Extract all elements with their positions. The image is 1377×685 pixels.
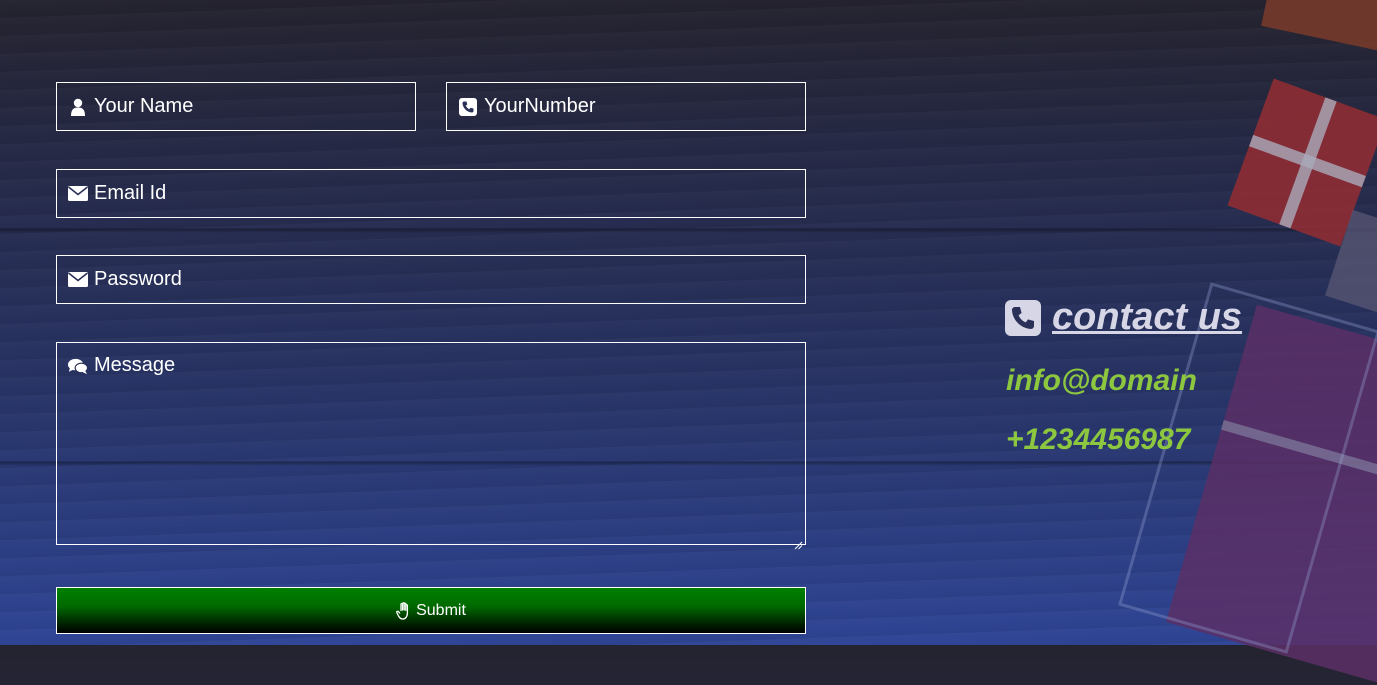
name-placeholder: Your Name <box>94 95 194 117</box>
contact-us-link[interactable]: contact us <box>1052 296 1242 339</box>
message-textarea[interactable]: Message <box>56 342 806 550</box>
envelope-icon <box>68 270 88 290</box>
email-input[interactable]: Email Id <box>56 169 806 218</box>
phone-square-icon <box>1005 299 1041 336</box>
contact-phone[interactable]: +1234456987 <box>1006 423 1190 457</box>
gift-box-image <box>1165 304 1377 685</box>
contact-heading: contact us <box>1005 296 1242 339</box>
contact-email[interactable]: info@domain <box>1006 364 1197 398</box>
phone-number-input[interactable]: YourNumber <box>446 82 806 131</box>
envelope-icon <box>68 184 88 204</box>
message-placeholder: Message <box>94 354 176 376</box>
contact-info: contact us info@domain +1234456987 <box>1005 296 1242 456</box>
submit-label: Submit <box>416 601 466 619</box>
number-placeholder: YourNumber <box>484 95 596 117</box>
resize-handle-icon[interactable] <box>794 533 803 550</box>
hand-icon <box>396 601 412 620</box>
name-input[interactable]: Your Name <box>56 82 416 131</box>
password-input[interactable]: Password <box>56 255 806 304</box>
gift-box-image <box>1261 0 1377 53</box>
user-icon <box>68 97 88 117</box>
gift-box-image <box>1325 209 1377 321</box>
gift-box-image <box>1227 78 1377 247</box>
email-placeholder: Email Id <box>94 182 167 204</box>
password-placeholder: Password <box>94 268 182 290</box>
submit-button[interactable]: Submit <box>56 587 806 634</box>
comments-icon <box>68 356 88 376</box>
phone-square-icon <box>458 97 478 117</box>
